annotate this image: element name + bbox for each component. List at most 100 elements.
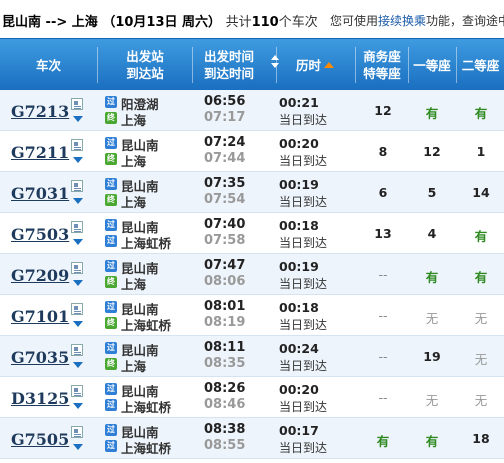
train-row: D3125 过 昆山南 过 上海虹桥 08:26 08:46 00:20 当日到… [0, 377, 504, 418]
chevron-down-icon[interactable] [73, 280, 83, 286]
train-row: G7031 过 昆山南 终 上海 07:35 07:54 00:19 当日到达 … [0, 172, 504, 213]
route-from: 昆山南 [2, 15, 42, 30]
info-doc-icon[interactable] [71, 139, 83, 151]
header-station: 出发站 到达站 [98, 39, 192, 91]
header-station-to: 到达站 [126, 66, 164, 81]
train-number-link[interactable]: D3125 [11, 389, 69, 408]
arrive-time: 07:44 [204, 151, 246, 166]
to-station: 上海虹桥 [121, 400, 172, 415]
to-station: 上海 [121, 113, 147, 128]
first-class-seat: 有 [425, 270, 439, 285]
train-number-link[interactable]: G7213 [11, 102, 69, 121]
train-number-link[interactable]: G7211 [11, 143, 69, 162]
train-row: G7213 过 阳澄湖 终 上海 06:56 07:17 00:21 当日到达 … [0, 90, 504, 131]
header-first: 一等座 [409, 39, 455, 91]
to-station: 上海 [121, 195, 147, 210]
header-train-label: 车次 [35, 57, 61, 73]
chevron-down-icon[interactable] [73, 239, 83, 245]
pass-badge-icon: 过 [105, 137, 117, 149]
depart-time: 07:47 [204, 258, 246, 273]
chevron-down-icon[interactable] [73, 198, 83, 204]
train-number-link[interactable]: G7031 [11, 184, 69, 203]
transfer-link[interactable]: 接续换乘 [378, 14, 426, 28]
pass-badge-icon: 过 [105, 342, 117, 354]
chevron-down-icon[interactable] [73, 444, 83, 450]
info-doc-icon[interactable] [71, 385, 83, 397]
train-row: G7209 过 昆山南 终 上海 07:47 08:06 00:19 当日到达 … [0, 254, 504, 295]
pass-badge-icon: 过 [105, 440, 117, 452]
table-header: 车次 出发站 到达站 出发时间 到达时间 历时 商务座 特等座 一等座 二等座 [0, 38, 504, 90]
train-number-link[interactable]: G7209 [11, 266, 69, 285]
pass-badge-icon: 过 [105, 383, 117, 395]
chevron-down-icon[interactable] [73, 116, 83, 122]
depart-time: 07:40 [204, 217, 246, 232]
arrive-time: 08:55 [204, 438, 246, 453]
train-number-link[interactable]: G7101 [11, 307, 69, 326]
info-doc-icon[interactable] [71, 344, 83, 356]
terminal-badge-icon: 终 [105, 153, 117, 165]
arrive-time: 07:54 [204, 192, 246, 207]
arrive-time: 07:17 [204, 110, 246, 125]
duration: 00:18 [279, 218, 319, 233]
train-row: G7035 过 昆山南 终 上海 08:11 08:35 00:24 当日到达 … [0, 336, 504, 377]
header-time-sort[interactable]: 出发时间 到达时间 [193, 39, 279, 91]
chevron-down-icon[interactable] [73, 403, 83, 409]
terminal-badge-icon: 终 [105, 317, 117, 329]
second-class-seat: 无 [474, 393, 488, 408]
pass-badge-icon: 过 [105, 219, 117, 231]
header-duration-sort[interactable]: 历时 [277, 39, 353, 91]
depart-time: 07:24 [204, 135, 246, 150]
terminal-badge-icon: 终 [105, 112, 117, 124]
arrival-day: 当日到达 [279, 113, 328, 127]
info-doc-icon[interactable] [71, 426, 83, 438]
total-suffix: 个车次 [278, 15, 318, 30]
info-doc-icon[interactable] [71, 180, 83, 192]
header-time-dep: 出发时间 [203, 49, 254, 64]
total-prefix: 共计 [225, 15, 252, 30]
info-doc-icon[interactable] [71, 98, 83, 110]
business-seat: -- [378, 349, 388, 364]
train-number-link[interactable]: G7505 [11, 430, 69, 449]
train-row: G7101 过 昆山南 终 上海虹桥 08:01 08:19 00:18 当日到… [0, 295, 504, 336]
depart-time: 08:26 [204, 381, 246, 396]
duration: 00:19 [279, 259, 319, 274]
terminal-badge-icon: 终 [105, 358, 117, 370]
train-row: G7503 过 昆山南 过 上海虹桥 07:40 07:58 00:18 当日到… [0, 213, 504, 254]
business-seat: -- [378, 390, 388, 405]
business-seat: 6 [378, 185, 388, 200]
second-class-seat: 有 [474, 229, 488, 244]
terminal-badge-icon: 终 [105, 276, 117, 288]
train-row: G7211 过 昆山南 终 上海 07:24 07:44 00:20 当日到达 … [0, 131, 504, 172]
pass-badge-icon: 过 [105, 235, 117, 247]
pass-badge-icon: 过 [105, 96, 117, 108]
chevron-down-icon[interactable] [73, 362, 83, 368]
to-station: 上海虹桥 [121, 236, 172, 251]
pass-badge-icon: 过 [105, 260, 117, 272]
header-first-label: 一等座 [413, 57, 451, 73]
arrive-time: 08:06 [204, 274, 246, 289]
arrival-day: 当日到达 [279, 400, 328, 414]
duration: 00:21 [279, 95, 319, 110]
arrival-day: 当日到达 [279, 154, 328, 168]
header-train: 车次 [0, 39, 97, 91]
transfer-notice: 您可使用接续换乘功能，查询途中 [330, 12, 504, 29]
second-class-seat: 1 [476, 144, 486, 159]
to-station: 上海 [121, 359, 147, 374]
chevron-down-icon[interactable] [73, 321, 83, 327]
depart-time: 06:56 [204, 94, 246, 109]
chevron-down-icon[interactable] [73, 157, 83, 163]
arrive-time: 08:35 [204, 356, 246, 371]
info-doc-icon[interactable] [71, 262, 83, 274]
arrival-day: 当日到达 [279, 318, 328, 332]
notice-suffix: 功能，查询途中 [426, 14, 504, 28]
duration: 00:24 [279, 341, 319, 356]
first-class-seat: 有 [425, 434, 439, 449]
info-doc-icon[interactable] [71, 221, 83, 233]
first-class-seat: 5 [427, 185, 437, 200]
train-number-link[interactable]: G7035 [11, 348, 69, 367]
info-doc-icon[interactable] [71, 303, 83, 315]
train-number-link[interactable]: G7503 [11, 225, 69, 244]
first-class-seat: 有 [425, 106, 439, 121]
header-second-label: 二等座 [461, 57, 500, 73]
header-station-from: 出发站 [126, 49, 164, 64]
